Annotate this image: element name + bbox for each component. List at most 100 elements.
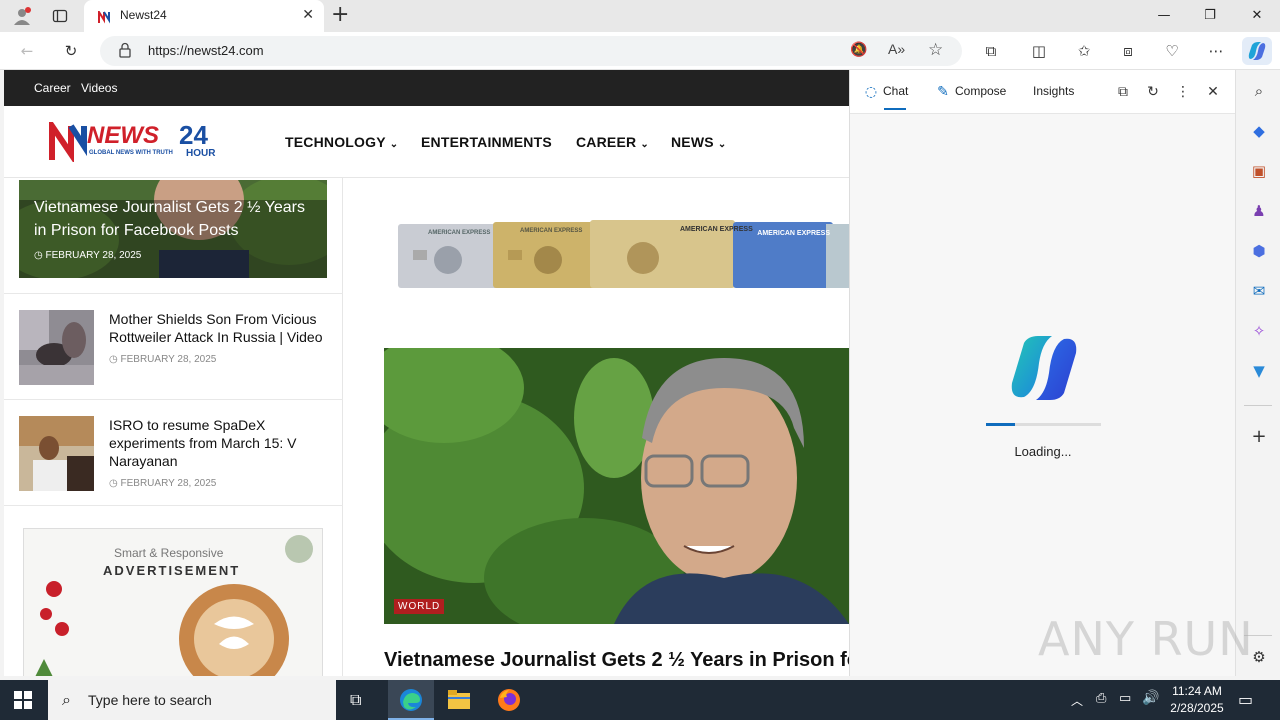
designer-icon[interactable]: ✧ <box>1248 320 1270 342</box>
split-screen-icon[interactable]: ◫ <box>1028 40 1050 62</box>
credit-cards-ad[interactable]: AMERICAN EXPRESS AMERICAN EXPRESS AMERIC… <box>398 220 849 288</box>
chevron-down-icon: ⌄ <box>389 139 399 150</box>
list-item-title[interactable]: Mother Shields Son From Vicious Rottweil… <box>109 310 327 346</box>
list-item[interactable]: Mother Shields Son From Vicious Rottweil… <box>4 293 343 399</box>
address-bar[interactable]: https://newst24.com 🔕 A» ☆ <box>100 36 962 66</box>
extensions-icon[interactable]: ⧉ <box>980 40 1002 62</box>
featured-article-title[interactable]: Vietnamese Journalist Gets 2 ½ Years in … <box>34 196 319 242</box>
new-tab-button[interactable]: + <box>331 2 351 27</box>
tools-icon[interactable]: ▣ <box>1248 160 1270 182</box>
menu-news[interactable]: NEWS ⌄ <box>671 134 726 150</box>
anyrun-watermark: ANY RUN <box>1038 612 1254 666</box>
hero-article-title[interactable]: Vietnamese Journalist Gets 2 ½ Years in … <box>384 649 849 672</box>
tab-title: Newst24 <box>120 8 167 22</box>
restore-button[interactable]: ❐ <box>1187 0 1233 32</box>
menu-technology[interactable]: TECHNOLOGY ⌄ <box>285 134 398 150</box>
edge-sidebar: ⌕ ◆ ▣ ♟ ⬢ ✉ ✧ ▼ + ⚙ <box>1235 70 1280 676</box>
notifications-icon[interactable]: ▭ <box>1238 690 1253 709</box>
list-item-date-text: FEBRUARY 28, 2025 <box>120 354 217 365</box>
hero-article-image[interactable]: WORLD <box>384 348 849 624</box>
list-item-date: ◷ FEBRUARY 28, 2025 <box>109 354 216 365</box>
menu-entertainments-label: ENTERTAINMENTS <box>421 134 552 150</box>
lock-icon[interactable] <box>118 42 132 62</box>
ad-subtitle: Smart & Responsive <box>114 546 224 560</box>
list-item[interactable]: ISRO to resume SpaDeX experiments from M… <box>4 399 343 505</box>
more-options-icon[interactable]: ⋯ <box>1205 40 1227 62</box>
category-badge[interactable]: WORLD <box>394 599 445 614</box>
tab-actions-icon[interactable] <box>52 8 68 24</box>
refresh-icon[interactable]: ↻ <box>1143 82 1163 102</box>
tab-insights[interactable]: Insights <box>1033 84 1074 98</box>
favorites-icon[interactable]: ✩ <box>1073 40 1095 62</box>
menu-career[interactable]: CAREER ⌄ <box>576 134 649 150</box>
games-icon[interactable]: ♟ <box>1248 200 1270 222</box>
loading-text: Loading... <box>1014 444 1072 459</box>
tab-compose[interactable]: Compose <box>955 84 1006 98</box>
shopping-icon[interactable]: ◆ <box>1248 120 1270 142</box>
refresh-icon[interactable]: ↻ <box>60 40 82 62</box>
more-options-icon[interactable]: ⋮ <box>1173 82 1193 102</box>
close-icon[interactable]: ✕ <box>1203 82 1223 102</box>
topnav-career-link[interactable]: Career <box>34 81 71 95</box>
firefox-icon[interactable] <box>497 688 521 716</box>
microsoft365-icon[interactable]: ⬢ <box>1248 240 1270 262</box>
browser-essentials-icon[interactable]: ♡ <box>1161 40 1183 62</box>
taskbar-search-box[interactable]: ⌕ Type here to search <box>48 680 336 720</box>
menu-entertainments[interactable]: ENTERTAINMENTS <box>421 134 552 150</box>
chat-icon[interactable]: ◌ <box>861 82 881 102</box>
divider <box>1244 405 1272 406</box>
favorite-star-icon[interactable]: ☆ <box>928 40 943 60</box>
device-icon[interactable]: ⎙ <box>1096 691 1106 706</box>
windows-start-icon[interactable] <box>14 691 32 713</box>
main-content-column: AMERICAN EXPRESS AMERICAN EXPRESS AMERIC… <box>344 178 849 676</box>
list-item-date-text: FEBRUARY 28, 2025 <box>120 478 217 489</box>
outlook-icon[interactable]: ✉ <box>1248 280 1270 302</box>
list-item-title[interactable]: ISRO to resume SpaDeX experiments from M… <box>109 416 327 470</box>
tab-close-icon[interactable]: ✕ <box>302 7 314 23</box>
copilot-button[interactable] <box>1242 37 1272 65</box>
network-icon[interactable]: ▭ <box>1119 691 1131 706</box>
chevron-down-icon: ⌄ <box>640 139 649 150</box>
tracking-blocked-icon[interactable]: 🔕 <box>850 42 867 58</box>
clock-date[interactable]: 2/28/2025 <box>1162 701 1232 715</box>
clock-time[interactable]: 11:24 AM <box>1162 684 1232 698</box>
site-logo[interactable]: NEWS 24 HOUR GLOBAL NEWS WITH TRUTH <box>49 116 224 166</box>
web-page: Career Videos NEWS 24 HOUR GLOBAL NEWS W… <box>4 70 849 676</box>
collections-icon[interactable]: ⧈ <box>1117 40 1139 62</box>
topnav-videos-link[interactable]: Videos <box>81 81 117 95</box>
profile-icon[interactable] <box>12 6 32 26</box>
tab-chat[interactable]: Chat <box>883 84 908 98</box>
browser-tab[interactable]: Newst24 ✕ <box>84 0 324 32</box>
open-in-new-icon[interactable]: ⧉ <box>1113 82 1133 102</box>
volume-icon[interactable]: 🔊 <box>1142 690 1159 706</box>
site-favicon-icon <box>98 8 111 24</box>
article-thumbnail[interactable] <box>19 416 94 491</box>
drop-icon[interactable]: ▼ <box>1248 360 1270 382</box>
copilot-header: ◌ Chat ✎ Compose Insights ⧉ ↻ ⋮ ✕ <box>850 70 1236 114</box>
task-view-icon[interactable]: ⧉ <box>350 690 361 710</box>
logo-hour-text: HOUR <box>186 148 216 159</box>
browser-titlebar: Newst24 ✕ + — ❐ ✕ <box>0 0 1280 32</box>
copilot-logo-icon <box>1011 336 1077 400</box>
url-text[interactable]: https://newst24.com <box>148 43 264 58</box>
advertisement-banner[interactable]: Smart & Responsive ADVERTISEMENT <box>23 528 323 676</box>
back-icon[interactable]: ← <box>16 40 38 62</box>
compose-icon[interactable]: ✎ <box>933 82 953 102</box>
list-item-date: ◷ FEBRUARY 28, 2025 <box>109 478 216 489</box>
close-window-button[interactable]: ✕ <box>1234 0 1280 32</box>
edge-taskbar-button[interactable] <box>388 680 434 720</box>
minimize-button[interactable]: — <box>1141 0 1187 32</box>
clock-icon: ◷ <box>34 250 46 261</box>
active-tab-indicator <box>884 108 906 110</box>
file-explorer-icon[interactable] <box>448 690 470 714</box>
copilot-sidebar: ◌ Chat ✎ Compose Insights ⧉ ↻ ⋮ ✕ Loadin… <box>849 70 1236 676</box>
featured-article-card[interactable]: Vietnamese Journalist Gets 2 ½ Years in … <box>19 180 327 278</box>
search-icon[interactable]: ⌕ <box>1248 80 1270 102</box>
add-icon[interactable]: + <box>1248 426 1270 448</box>
ad-title: ADVERTISEMENT <box>103 563 241 578</box>
loading-progress-fill <box>986 423 1015 426</box>
read-aloud-icon[interactable]: A» <box>888 41 905 57</box>
show-hidden-icons-icon[interactable]: ︿ <box>1071 692 1083 709</box>
article-thumbnail[interactable] <box>19 310 94 385</box>
chevron-down-icon: ⌄ <box>717 139 727 150</box>
